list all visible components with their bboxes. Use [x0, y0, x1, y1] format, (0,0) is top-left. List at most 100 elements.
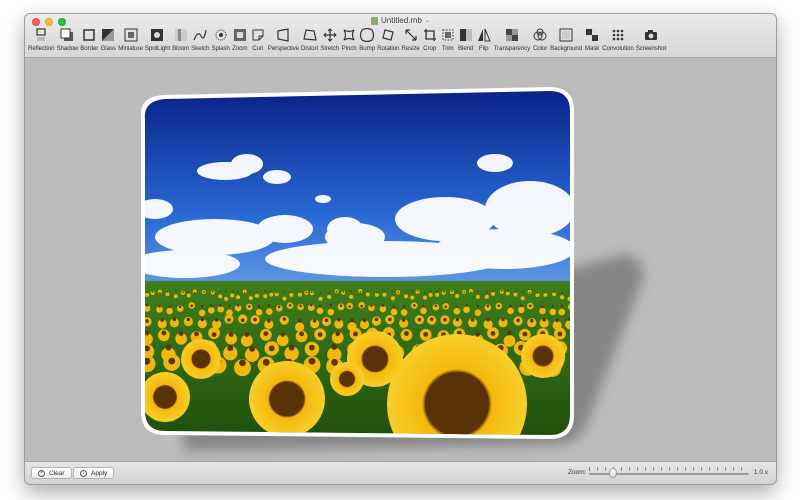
crop-icon: [422, 27, 438, 43]
tool-border[interactable]: Border: [79, 27, 99, 52]
tool-label: SpotLight: [144, 45, 171, 52]
tool-bump[interactable]: Bump: [358, 27, 376, 52]
tool-label: Zoom: [232, 45, 248, 52]
apply-icon: ↓: [80, 469, 87, 477]
glass-icon: [100, 27, 116, 43]
tool-label: Transparency: [493, 45, 531, 52]
miniature-icon: [123, 27, 139, 43]
rotation-icon: [380, 27, 396, 43]
camera-icon: [643, 27, 659, 43]
resize-icon: [403, 27, 419, 43]
tool-label: Miniature: [118, 45, 143, 52]
tool-label: Border: [80, 45, 99, 52]
flip-icon: [476, 27, 492, 43]
photo-image: [144, 91, 570, 435]
tool-blend[interactable]: Blend: [457, 27, 475, 52]
tool-rotation[interactable]: Rotation: [376, 27, 400, 52]
titlebar: Untitled.rnb ⌄ Reflection Shadow Border Gla…: [25, 14, 776, 58]
splash-icon: [213, 27, 229, 43]
tool-label: Stretch: [320, 45, 340, 52]
distort-icon: [302, 27, 318, 43]
tool-trim[interactable]: Trim: [439, 27, 457, 52]
spotlight-icon: [149, 27, 165, 43]
tool-label: Crop: [423, 45, 437, 52]
clear-button[interactable]: × Clear: [31, 467, 72, 479]
tool-label: Curl: [252, 45, 264, 52]
blend-icon: [458, 27, 474, 43]
tool-label: Pinch: [341, 45, 357, 52]
tool-screenshot[interactable]: Screenshot: [635, 27, 667, 52]
tool-resize[interactable]: Resize: [400, 27, 420, 52]
tool-pinch[interactable]: Pinch: [340, 27, 358, 52]
tool-label: Distort: [301, 45, 319, 52]
chevron-down-icon: ⌄: [424, 18, 430, 24]
tool-splash[interactable]: Splash: [210, 27, 230, 52]
tool-label: Bump: [359, 45, 375, 52]
tool-label: Trim: [441, 45, 454, 52]
window-title-area[interactable]: Untitled.rnb ⌄: [25, 16, 776, 25]
tool-stretch[interactable]: Stretch: [319, 27, 340, 52]
tool-label: Perspective: [267, 45, 300, 52]
tool-crop[interactable]: Crop: [421, 27, 439, 52]
zoom-slider-knob[interactable]: [609, 468, 617, 478]
tool-label: Resize: [401, 45, 420, 52]
tool-spotlight[interactable]: SpotLight: [144, 27, 171, 52]
tool-label: Shadow: [56, 45, 79, 52]
tool-distort[interactable]: Distort: [300, 27, 319, 52]
tool-shadow[interactable]: Shadow: [56, 27, 80, 52]
tool-bloom[interactable]: Bloom: [171, 27, 190, 52]
transparency-icon: [504, 27, 520, 43]
zoom-label: Zoom:: [568, 469, 587, 476]
tool-convolution[interactable]: Convolution: [601, 27, 635, 52]
toolbar: Reflection Shadow Border Glass Miniature Spot…: [27, 27, 667, 52]
apply-button[interactable]: ↓ Apply: [73, 467, 115, 479]
apply-label: Apply: [91, 469, 108, 477]
clear-icon: ×: [38, 469, 45, 477]
tool-label: Glass: [100, 45, 116, 52]
background-icon: [558, 27, 574, 43]
app-window: Untitled.rnb ⌄ Reflection Shadow Border Gla…: [25, 14, 776, 484]
tool-curl[interactable]: Curl: [249, 27, 267, 52]
tool-label: Flip: [478, 45, 489, 52]
tool-label: Background: [550, 45, 583, 52]
tool-color[interactable]: Color: [531, 27, 549, 52]
tool-mask[interactable]: Mask: [583, 27, 601, 52]
border-icon: [81, 27, 97, 43]
tool-zoom[interactable]: Zoom: [231, 27, 249, 52]
stretch-icon: [322, 27, 338, 43]
tool-flip[interactable]: Flip: [475, 27, 493, 52]
image-canvas[interactable]: [25, 59, 776, 461]
tool-transparency[interactable]: Transparency: [493, 27, 531, 52]
tool-label: Color: [532, 45, 548, 52]
tool-background[interactable]: Background: [549, 27, 583, 52]
tool-miniature[interactable]: Miniature: [117, 27, 144, 52]
zoom-icon: [232, 27, 248, 43]
tool-sketch[interactable]: Sketch: [190, 27, 210, 52]
tool-label: Blend: [458, 45, 474, 52]
tool-reflection[interactable]: Reflection: [27, 27, 56, 52]
tool-label: Reflection: [28, 45, 55, 52]
clear-label: Clear: [49, 469, 65, 477]
tool-label: Screenshot: [635, 45, 667, 52]
photo-preview: [140, 87, 644, 451]
curl-icon: [250, 27, 266, 43]
convolution-icon: [610, 27, 626, 43]
tool-glass[interactable]: Glass: [99, 27, 117, 52]
document-icon: [371, 16, 379, 25]
reflection-icon: [33, 27, 49, 43]
tool-label: Convolution: [602, 45, 634, 52]
statusbar: × Clear ↓ Apply Zoom: 1.0 x: [25, 461, 776, 484]
shadow-icon: [59, 27, 75, 43]
perspective-icon: [275, 27, 291, 43]
tool-label: Bloom: [172, 45, 190, 52]
color-icon: [532, 27, 548, 43]
zoom-value: 1.0 x: [753, 469, 768, 476]
tool-label: Splash: [211, 45, 230, 52]
mask-icon: [584, 27, 600, 43]
tool-label: Rotation: [377, 45, 400, 52]
tool-perspective[interactable]: Perspective: [267, 27, 300, 52]
bloom-icon: [173, 27, 189, 43]
pinch-icon: [341, 27, 357, 43]
bump-icon: [359, 27, 375, 43]
tool-label: Sketch: [191, 45, 210, 52]
